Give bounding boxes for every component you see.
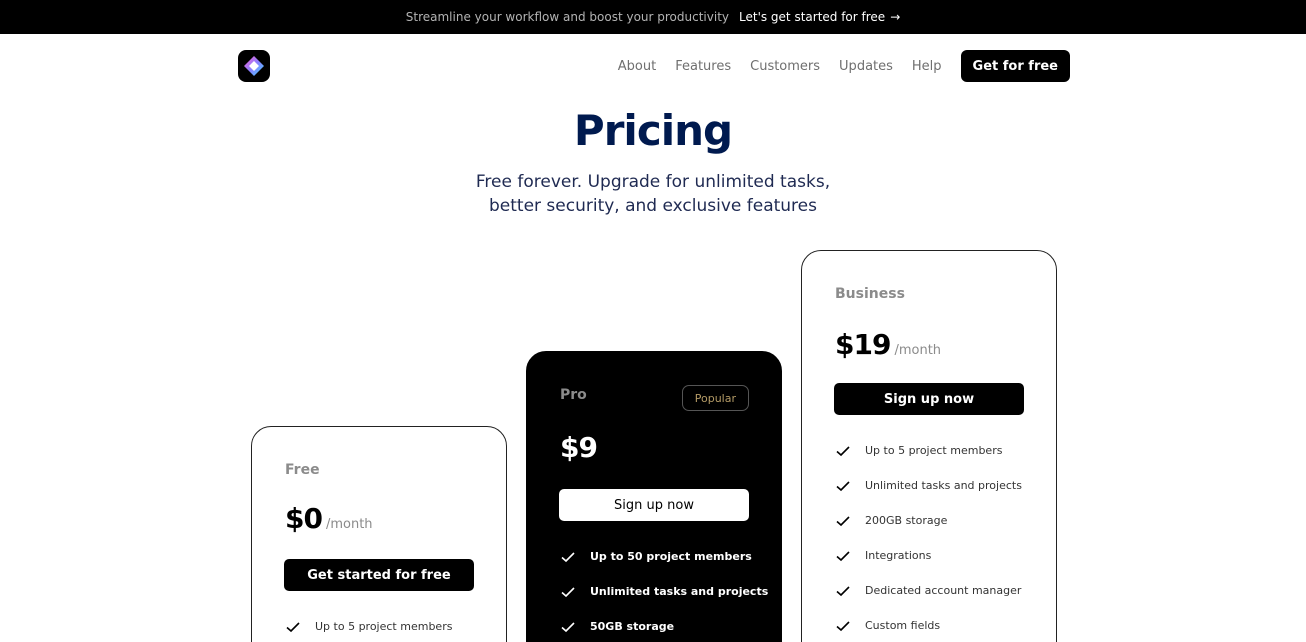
feature-label: Unlimited tasks and projects — [865, 479, 1022, 492]
price-row: $9 — [560, 431, 598, 464]
check-icon — [835, 583, 851, 599]
check-icon — [835, 513, 851, 529]
announcement-banner: Streamline your workflow and boost your … — [0, 0, 1306, 34]
sign-up-button[interactable]: Sign up now — [834, 383, 1024, 415]
list-item: Custom fields — [835, 608, 1022, 642]
plan-name: Business — [835, 286, 905, 302]
check-icon — [285, 619, 301, 635]
feature-list: Up to 50 project members Unlimited tasks… — [560, 539, 768, 642]
get-started-button[interactable]: Get started for free — [284, 559, 474, 591]
nav-link-about[interactable]: About — [618, 59, 656, 74]
nav-link-updates[interactable]: Updates — [839, 59, 893, 74]
check-icon — [560, 584, 576, 600]
arrow-right-icon: → — [890, 10, 901, 24]
page-title: Pricing — [573, 106, 733, 155]
plan-name: Free — [285, 462, 320, 478]
list-item: Up to 5 project members — [835, 433, 1022, 468]
list-item: 50GB storage — [560, 609, 768, 642]
price-row: $19 /month — [835, 328, 941, 361]
plan-period: /month — [894, 343, 942, 358]
feature-label: 200GB storage — [865, 514, 948, 527]
list-item: Up to 5 project members — [285, 609, 452, 642]
feature-label: Custom fields — [865, 619, 941, 632]
feature-label: 50GB storage — [590, 620, 675, 633]
check-icon — [835, 548, 851, 564]
list-item: Unlimited tasks and projects — [835, 468, 1022, 503]
plan-period: /month — [325, 517, 373, 532]
get-for-free-button[interactable]: Get for free — [960, 50, 1070, 82]
banner-text: Streamline your workflow and boost your … — [405, 10, 729, 24]
list-item: Dedicated account manager — [835, 573, 1022, 608]
diamond-logo-icon[interactable] — [238, 50, 270, 82]
list-item: Integrations — [835, 538, 1022, 573]
sign-up-button[interactable]: Sign up now — [559, 489, 749, 521]
check-icon — [835, 618, 851, 634]
banner-link[interactable]: Let's get started for free → — [739, 10, 900, 24]
list-item: Unlimited tasks and projects — [560, 574, 768, 609]
plan-price: $19 — [835, 328, 891, 361]
plan-price: $9 — [560, 431, 598, 464]
pricing-card-pro: Pro Popular $9 Sign up now Up to 50 proj… — [526, 351, 782, 642]
nav-link-help[interactable]: Help — [912, 59, 942, 74]
pricing-card-free: Free $0 /month Get started for free Up t… — [251, 426, 507, 642]
feature-label: Up to 50 project members — [590, 550, 752, 563]
feature-list: Up to 5 project members Unlimited tasks … — [835, 433, 1022, 642]
check-icon — [560, 549, 576, 565]
price-row: $0 /month — [285, 502, 373, 535]
plan-name: Pro — [560, 387, 587, 403]
check-icon — [560, 619, 576, 635]
feature-label: Dedicated account manager — [865, 584, 1022, 597]
popular-badge: Popular — [681, 385, 749, 411]
plan-price: $0 — [285, 502, 323, 535]
list-item: Up to 50 project members — [560, 539, 768, 574]
feature-label: Up to 5 project members — [315, 620, 453, 633]
main-nav: About Features Customers Updates Help Ge… — [599, 50, 1070, 82]
banner-link-label: Let's get started for free — [739, 10, 886, 24]
feature-label: Integrations — [865, 549, 932, 562]
pricing-card-business: Business $19 /month Sign up now Up to 5 … — [801, 250, 1057, 642]
list-item: 200GB storage — [835, 503, 1022, 538]
nav-link-features[interactable]: Features — [675, 59, 731, 74]
feature-label: Unlimited tasks and projects — [590, 585, 769, 598]
check-icon — [835, 443, 851, 459]
feature-list: Up to 5 project members — [285, 609, 452, 642]
check-icon — [835, 478, 851, 494]
feature-label: Up to 5 project members — [865, 444, 1003, 457]
page-subtitle: Free forever. Upgrade for unlimited task… — [475, 172, 831, 216]
nav-link-customers[interactable]: Customers — [750, 59, 820, 74]
